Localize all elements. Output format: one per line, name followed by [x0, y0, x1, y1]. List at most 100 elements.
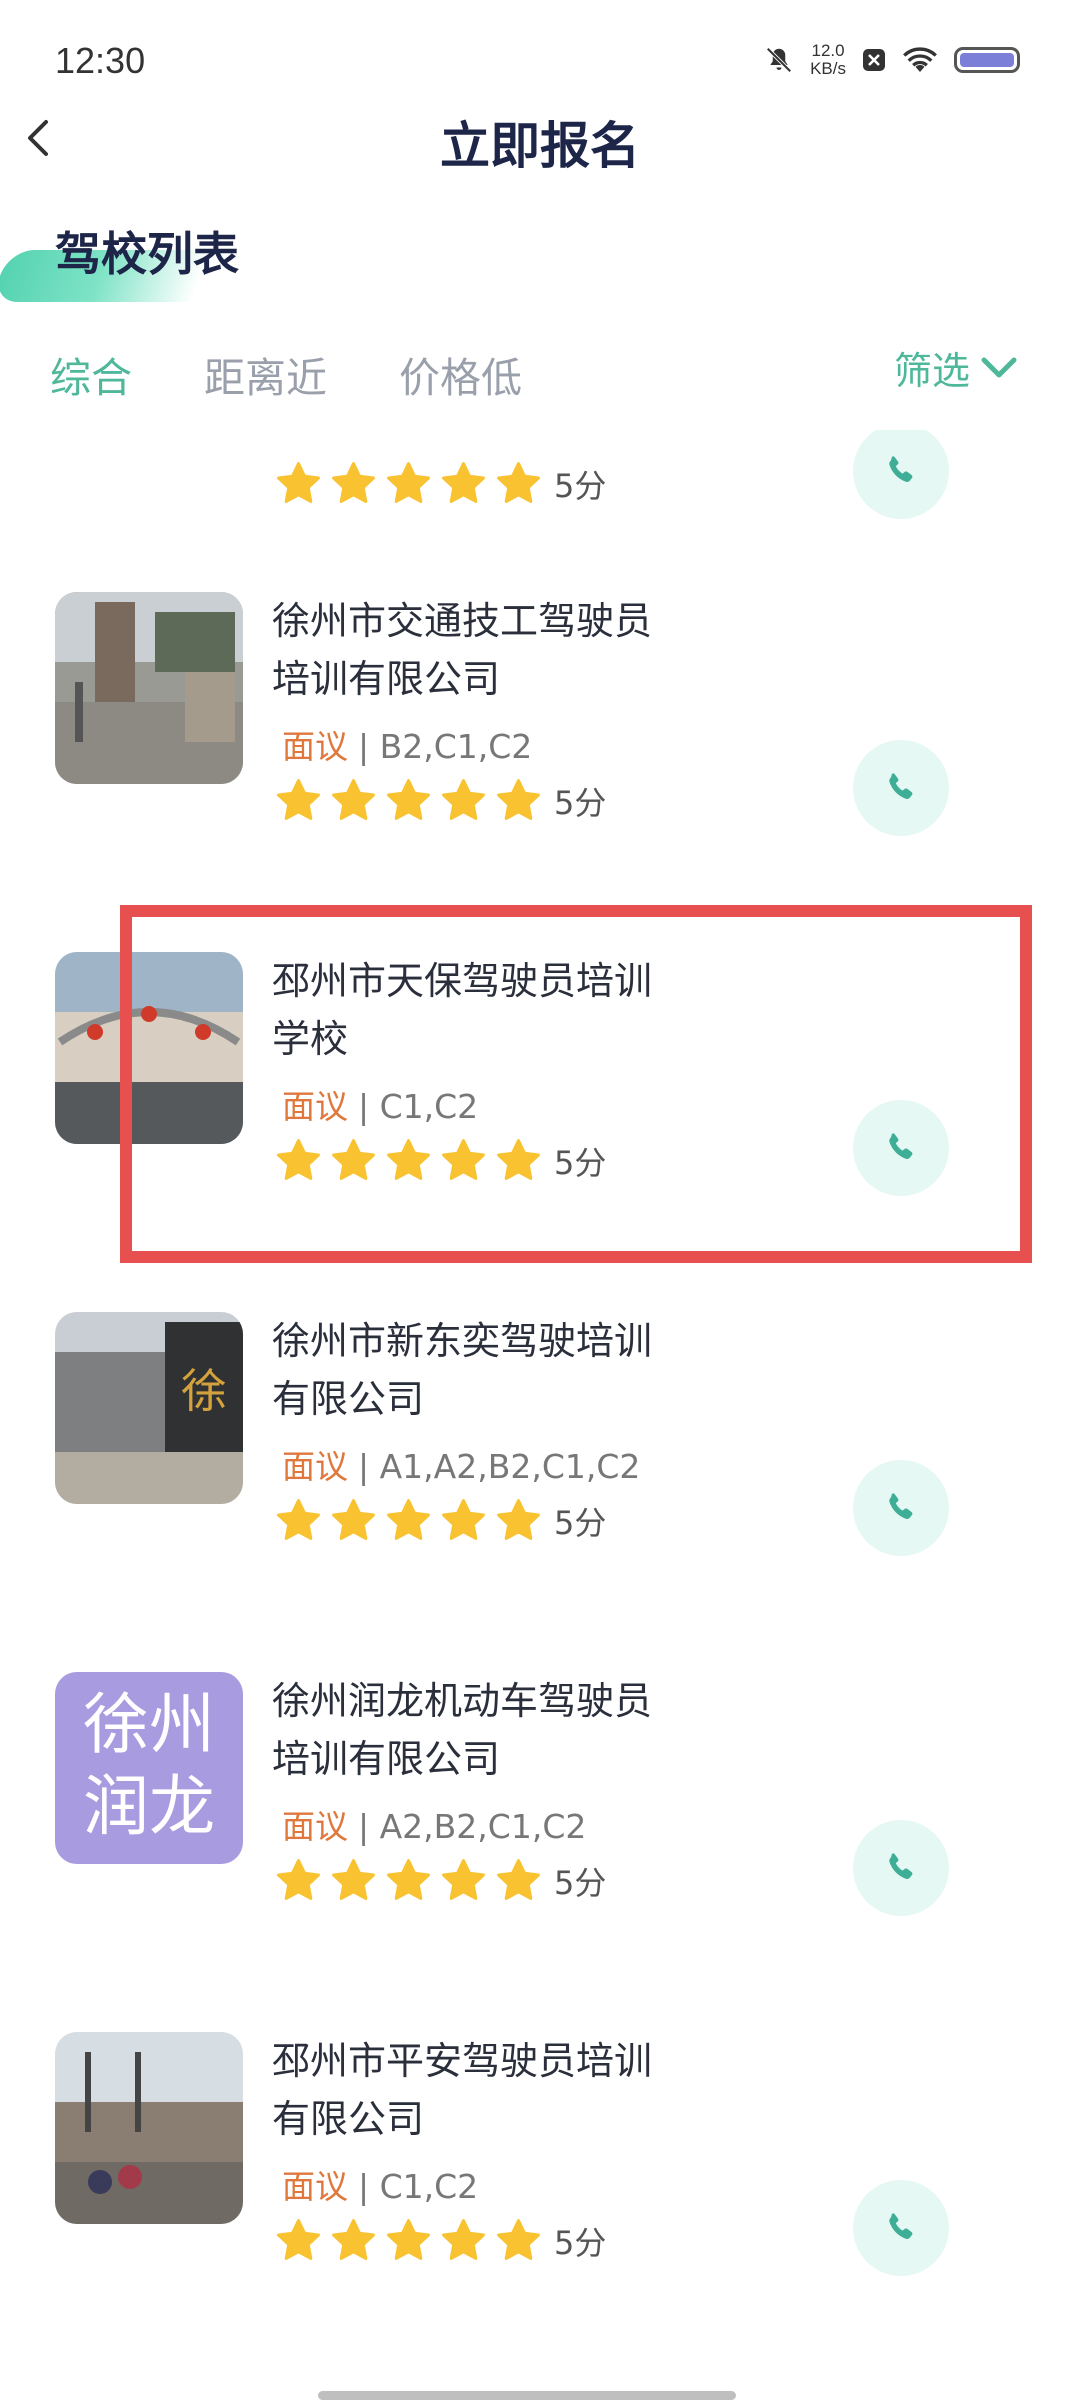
star-icon — [495, 1497, 542, 1544]
phone-icon — [881, 451, 921, 491]
school-meta: 面议 | B2,C1,C2 — [282, 720, 532, 768]
school-name: 徐州市交通技工驾驶员 培训有限公司 — [272, 592, 712, 708]
price-label: 面议 — [282, 2167, 348, 2206]
star-icon — [330, 2217, 377, 2264]
call-button[interactable] — [853, 1460, 949, 1556]
star-icon — [275, 777, 322, 824]
price-label: 面议 — [282, 1447, 348, 1486]
star-icon — [385, 777, 432, 824]
sort-tabs: 综合 距离近 价格低 — [50, 344, 522, 404]
list-item[interactable]: 邳州市平安驾驶员培训 有限公司 面议 | C1,C2 5分 — [0, 2032, 1080, 2276]
school-logo: 徐州 润龙 — [55, 1672, 243, 1864]
school-name-line1: 徐州润龙机动车驾驶员 — [272, 1679, 653, 1723]
star-icon — [495, 1857, 542, 1904]
svg-text:徐: 徐 — [181, 1364, 227, 1418]
star-icon — [440, 460, 487, 507]
phone-icon — [881, 1488, 921, 1528]
star-icon — [330, 777, 377, 824]
school-name-line2: 有限公司 — [272, 1377, 425, 1421]
filter-button[interactable]: 筛选 — [894, 340, 1020, 395]
list-item[interactable]: 徐 徐州市新东奕驾驶培训 有限公司 面议 | A1,A2,B2,C1,C2 5分 — [0, 1312, 1080, 1556]
price-label: 面议 — [282, 1807, 348, 1846]
school-name-line2: 有限公司 — [272, 2097, 425, 2141]
school-name: 邳州市平安驾驶员培训 有限公司 — [272, 2032, 712, 2148]
tab-comprehensive[interactable]: 综合 — [50, 344, 132, 404]
school-photo — [55, 592, 243, 784]
rating-score: 5分 — [554, 1503, 607, 1542]
page-title: 立即报名 — [440, 117, 640, 175]
net-speed-value: 12.0 — [811, 41, 845, 60]
list-item[interactable]: 徐州 润龙 徐州润龙机动车驾驶员 培训有限公司 面议 | A2,B2,C1,C2 … — [0, 1672, 1080, 1916]
tab-price[interactable]: 价格低 — [399, 344, 522, 404]
star-icon — [440, 2217, 487, 2264]
school-name-line1: 徐州市交通技工驾驶员 — [272, 599, 653, 643]
status-time: 12:30 — [55, 40, 146, 81]
call-button[interactable] — [853, 430, 949, 519]
star-icon — [440, 777, 487, 824]
star-icon — [440, 1497, 487, 1544]
section-title: 驾校列表 — [55, 227, 239, 281]
star-icon — [330, 1857, 377, 1904]
star-icon — [385, 2217, 432, 2264]
logo-text-line1: 徐州 — [83, 1686, 215, 1763]
chevron-down-icon — [981, 357, 1017, 377]
home-indicator[interactable] — [318, 2391, 736, 2400]
school-meta: 面议 | A2,B2,C1,C2 — [282, 1800, 586, 1848]
star-icon — [495, 460, 542, 507]
license-types: | A1,A2,B2,C1,C2 — [358, 1447, 641, 1486]
highlight-box — [120, 905, 1032, 1263]
mute-bell-icon — [766, 47, 792, 73]
wifi-icon — [903, 47, 937, 72]
call-button[interactable] — [853, 1820, 949, 1916]
star-icon — [385, 460, 432, 507]
rating: 5分 — [275, 460, 606, 507]
star-icon — [275, 460, 322, 507]
call-button[interactable] — [853, 740, 949, 836]
rating-score: 5分 — [554, 783, 607, 822]
star-icon — [495, 777, 542, 824]
status-icons: 12.0 KB/s — [764, 42, 1020, 78]
net-speed: 12.0 KB/s — [810, 42, 846, 78]
star-icon — [495, 2217, 542, 2264]
list-item[interactable]: 徐州市交通技工驾驶员 培训有限公司 面议 | B2,C1,C2 5分 — [0, 592, 1080, 836]
school-photo: 徐 — [55, 1312, 243, 1504]
star-icon — [440, 1857, 487, 1904]
star-icon — [385, 1857, 432, 1904]
rating: 5分 — [275, 777, 606, 824]
status-bar: 12:30 12.0 KB/s — [0, 0, 1080, 120]
school-name-line2: 培训有限公司 — [272, 1737, 501, 1781]
logo-text-line2: 润龙 — [83, 1768, 215, 1845]
school-photo — [55, 2032, 243, 2224]
rating: 5分 — [275, 1497, 606, 1544]
star-icon — [330, 1497, 377, 1544]
rating: 5分 — [275, 2217, 606, 2264]
rating-score: 5分 — [554, 466, 607, 505]
star-icon — [275, 1497, 322, 1544]
license-types: | A2,B2,C1,C2 — [358, 1807, 587, 1846]
star-icon — [275, 1857, 322, 1904]
notification-x-icon — [863, 49, 885, 71]
list-item-partial[interactable]: 5分 — [0, 430, 1080, 519]
school-name: 徐州润龙机动车驾驶员 培训有限公司 — [272, 1672, 712, 1788]
tab-distance[interactable]: 距离近 — [204, 344, 327, 404]
school-meta: 面议 | A1,A2,B2,C1,C2 — [282, 1440, 640, 1488]
star-icon — [275, 2217, 322, 2264]
rating-score: 5分 — [554, 1863, 607, 1902]
filter-label: 筛选 — [893, 349, 970, 393]
call-button[interactable] — [853, 2180, 949, 2276]
license-types: | B2,C1,C2 — [358, 727, 533, 766]
school-name-line2: 培训有限公司 — [272, 657, 501, 701]
phone-icon — [881, 2208, 921, 2248]
school-name-line1: 邳州市平安驾驶员培训 — [272, 2039, 653, 2083]
battery-icon — [954, 47, 1020, 73]
school-name: 徐州市新东奕驾驶培训 有限公司 — [272, 1312, 712, 1428]
rating: 5分 — [275, 1857, 606, 1904]
phone-icon — [881, 768, 921, 808]
school-name-line1: 徐州市新东奕驾驶培训 — [272, 1319, 653, 1363]
phone-icon — [881, 1848, 921, 1888]
school-list: 5分 徐州市交通技工驾驶员 培训有限公司 面议 | B2,C1,C2 5分 邳州… — [0, 430, 1080, 2330]
rating-score: 5分 — [554, 2223, 607, 2262]
license-types: | C1,C2 — [358, 2167, 479, 2206]
net-speed-unit: KB/s — [810, 59, 846, 78]
star-icon — [385, 1497, 432, 1544]
